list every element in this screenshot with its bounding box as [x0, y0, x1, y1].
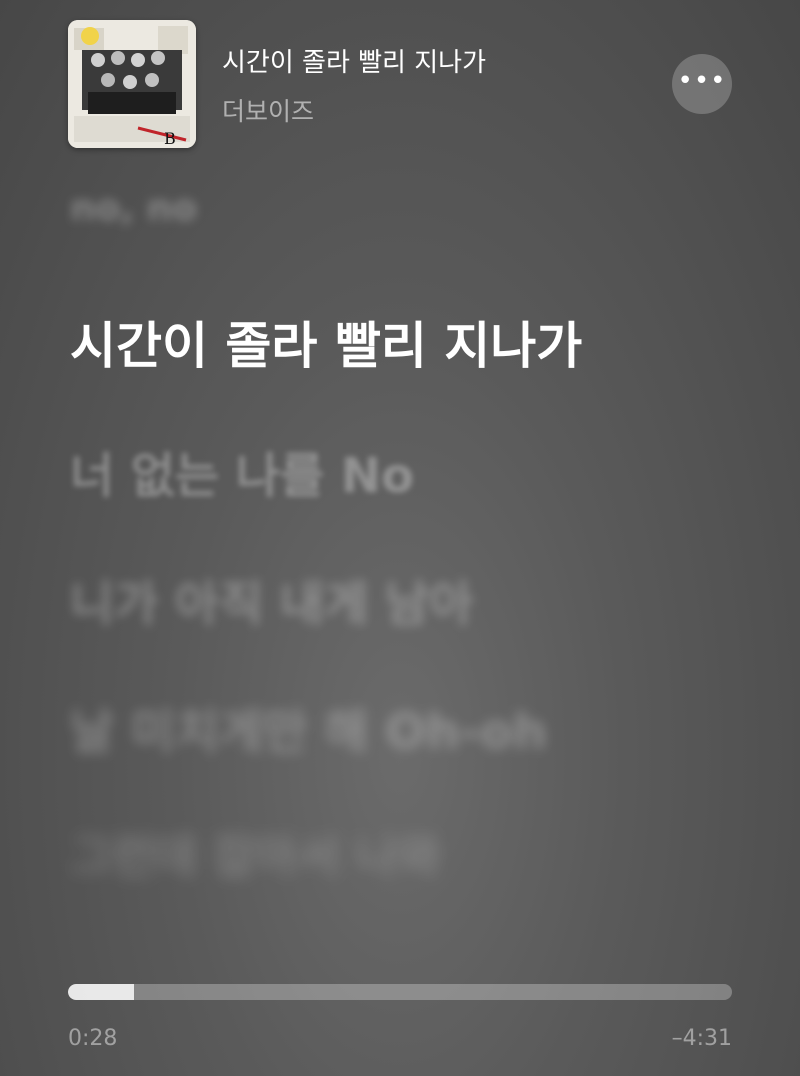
svg-text:B: B — [164, 129, 176, 148]
lyric-line-current[interactable]: 시간이 졸라 빨리 지나가 — [70, 306, 582, 378]
ellipsis-icon: ••• — [677, 66, 727, 96]
now-playing-lyrics-screen: B 시간이 졸라 빨리 지나가 더보이즈 ••• no, no 시간이 졸라 빨… — [0, 0, 800, 1076]
time-elapsed: 0:28 — [68, 1026, 118, 1051]
album-art-image: B — [68, 20, 196, 148]
more-options-button[interactable]: ••• — [672, 54, 732, 114]
album-art[interactable]: B — [68, 20, 196, 148]
time-remaining: –4:31 — [671, 1026, 732, 1051]
playback-progress-bar[interactable] — [68, 984, 732, 1000]
lyric-line-next[interactable]: 니가 아직 내게 남아 — [70, 564, 473, 634]
playback-progress-fill — [68, 984, 135, 1000]
lyric-line-next[interactable]: 날 미치게만 해 Oh-oh — [70, 692, 547, 762]
lyric-line-previous[interactable]: no, no — [70, 188, 197, 229]
song-title[interactable]: 시간이 졸라 빨리 지나가 — [222, 42, 486, 79]
lyric-line-next[interactable]: 그런데 잡아서 나와 — [70, 820, 441, 886]
lyric-line-next[interactable]: 너 없는 나를 No — [70, 436, 414, 506]
artist-name[interactable]: 더보이즈 — [222, 92, 314, 128]
